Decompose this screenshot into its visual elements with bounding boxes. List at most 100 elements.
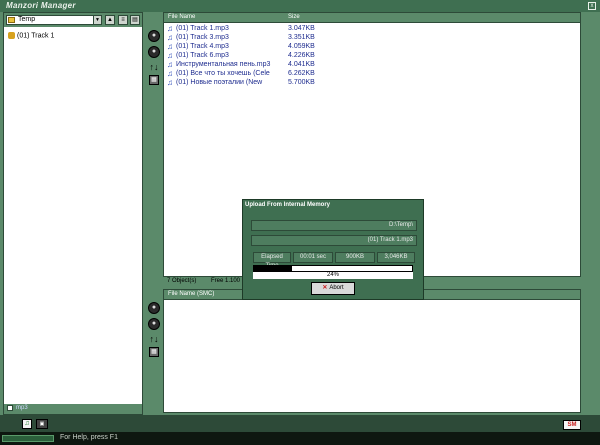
smc-vertical-scrollbar[interactable] [582,289,596,413]
list-item[interactable]: ♫ (01) Новые поэталии (New 5.700KB [164,79,580,88]
music-note-icon: ♫ [167,60,173,69]
mp3-filter-checkbox[interactable] [7,405,13,411]
upload-icon: ● [151,32,157,39]
file-list: ♫ (01) Track 1.mp3 3.047KB ♫ (01) Track 3.m… [164,23,580,88]
transferred-size: 900KB [335,252,375,263]
list-item[interactable]: ♫ (01) Track 3.mp3 3.351KB [164,34,580,43]
app-icon[interactable]: ♫ [22,419,32,429]
list-item[interactable]: ♫ (01) Track 1.mp3 3.047KB [164,25,580,34]
music-note-icon: ♫ [167,78,173,87]
upload-button[interactable]: ● [148,30,160,42]
free-space: Free 1.100 [211,278,241,284]
current-file-field: (01) Track 1.mp3 [251,235,417,246]
upload-icon: ● [151,304,157,311]
close-icon[interactable]: x [588,2,596,10]
smc-delete-button[interactable]: ▦ [149,347,159,357]
view-toggle-button[interactable]: ≡ [118,15,128,25]
file-name: (01) Track 3.mp3 [176,34,229,41]
column-header-smc-name[interactable]: File Name (SMC) [168,291,214,297]
transfer-button[interactable]: ↑↓ [147,62,161,72]
file-size: 5.700KB [288,79,315,86]
abort-label: Abort [329,285,344,291]
music-note-icon: ♫ [167,33,173,42]
taskbar: ♫ ▣ SM For Help, press F1 [0,415,600,445]
file-list-header: File Name Size [164,13,580,23]
delete-button[interactable]: ▦ [149,75,159,85]
column-header-name[interactable]: File Name [168,14,195,20]
list-item[interactable]: ♫ Инструментальная пень.mp3 4.041KB [164,61,580,70]
file-name: (01) Новые поэталии (New [176,79,263,86]
chevron-down-icon[interactable]: ▼ [93,16,101,24]
download-button[interactable]: ● [148,46,160,58]
list-item[interactable]: ♫ (01) Track 6.mp3 4.226KB [164,52,580,61]
trash-icon: ▦ [151,77,157,83]
mp3-filter-label: mp3 [16,405,28,411]
file-name: (01) Все что ты хочешь (Cele [176,70,270,77]
lower-side-toolbar: ● ● ↑↓ ▦ [146,302,162,357]
column-header-size[interactable]: Size [288,14,300,20]
file-size: 6.262KB [288,70,315,77]
up-down-arrows-icon: ↑↓ [149,334,159,344]
current-file: (01) Track 1.mp3 [367,237,413,243]
tree-item-label: (01) Track 1 [17,32,55,40]
left-toolbar: Temp ▼ ▲ ≡ ▤ [4,13,142,27]
total-size: 3,046KB [377,252,415,263]
elapsed-label: Elapsed Time [253,252,291,269]
folder-select[interactable]: Temp ▼ [6,15,102,25]
upload-progress-fill [254,266,292,271]
music-folder-icon [8,32,15,39]
up-folder-button[interactable]: ▲ [105,15,115,25]
folder-select-value: Temp [18,16,36,23]
file-name: (01) Track 6.mp3 [176,52,229,59]
file-name: (01) Track 4.mp3 [176,43,229,50]
file-size: 4.226KB [288,52,315,59]
tree-view-icon: ≡ [121,17,125,23]
status-bar: For Help, press F1 [0,432,600,445]
up-folder-icon: ▲ [107,17,113,23]
up-down-arrows-icon: ↑↓ [149,62,159,72]
elapsed-value: 00:01 sec [293,252,333,263]
upper-side-toolbar: ● ● ↑↓ ▦ [146,30,162,85]
left-folder-panel: Temp ▼ ▲ ≡ ▤ (01) Track 1 mp3 [3,12,143,415]
list-item[interactable]: ♫ (01) Track 4.mp3 4.059KB [164,43,580,52]
dialog-title: Upload From Internal Memory [245,202,331,208]
smc-download-button[interactable]: ● [148,318,160,330]
vertical-scrollbar[interactable] [582,12,596,277]
object-count: 7 Object(s) [167,278,197,284]
file-size: 4.059KB [288,43,315,50]
app-titlebar: Manzori Manager x [0,0,600,12]
music-note-icon: ♫ [167,69,173,78]
list-view-button[interactable]: ▤ [130,15,140,25]
app-title: Manzori Manager [6,1,76,10]
file-name: (01) Track 1.mp3 [176,25,229,32]
trash-icon: ▦ [151,349,157,355]
smc-pane: File Name (SMC) [163,289,581,413]
status-indicator [2,435,54,442]
abort-button[interactable]: ✕ Abort [311,282,355,295]
device-icon[interactable]: ▣ [36,419,48,429]
upload-dialog: Upload From Internal Memory D:\Temp\ (01… [242,199,424,300]
left-footer: mp3 [4,404,142,414]
destination-path-field: D:\Temp\ [251,220,417,231]
progress-percent: 24% [253,272,413,279]
smc-transfer-button[interactable]: ↑↓ [147,334,161,344]
folder-icon [8,17,15,23]
list-view-icon: ▤ [132,17,138,23]
destination-path: D:\Temp\ [388,222,413,228]
close-icon: ✕ [322,285,328,291]
tree-item[interactable]: (01) Track 1 [8,32,54,39]
brand-logo: SM [563,420,581,430]
music-note-icon: ♫ [167,24,173,33]
file-size: 4.041KB [288,61,315,68]
smc-upload-button[interactable]: ● [148,302,160,314]
music-note-icon: ♫ [167,51,173,60]
file-size: 3.351KB [288,34,315,41]
upload-progress-bar [253,265,413,272]
file-size: 3.047KB [288,25,315,32]
download-icon: ● [151,48,157,55]
download-icon: ● [151,320,157,327]
list-item[interactable]: ♫ (01) Все что ты хочешь (Cele 6.262KB [164,70,580,79]
status-message: For Help, press F1 [60,434,118,441]
music-note-icon: ♫ [167,42,173,51]
file-name: Инструментальная пень.mp3 [176,61,271,68]
